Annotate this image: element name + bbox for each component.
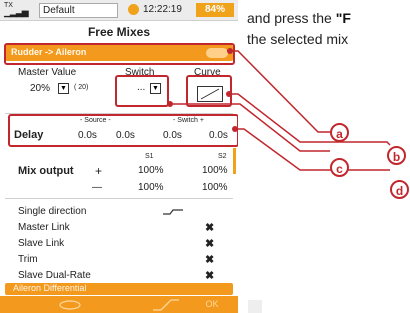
manual-text-prefix: and press the (247, 10, 336, 26)
callout-b: b (387, 146, 406, 165)
manual-text: and press the "F the selected mix (247, 8, 410, 50)
decorative-square (248, 300, 262, 313)
manual-text-bold: "F (335, 10, 351, 26)
callout-c: c (330, 158, 349, 177)
callout-a: a (330, 123, 349, 142)
manual-text-line2: the selected mix (247, 31, 349, 47)
callout-d: d (390, 180, 409, 199)
